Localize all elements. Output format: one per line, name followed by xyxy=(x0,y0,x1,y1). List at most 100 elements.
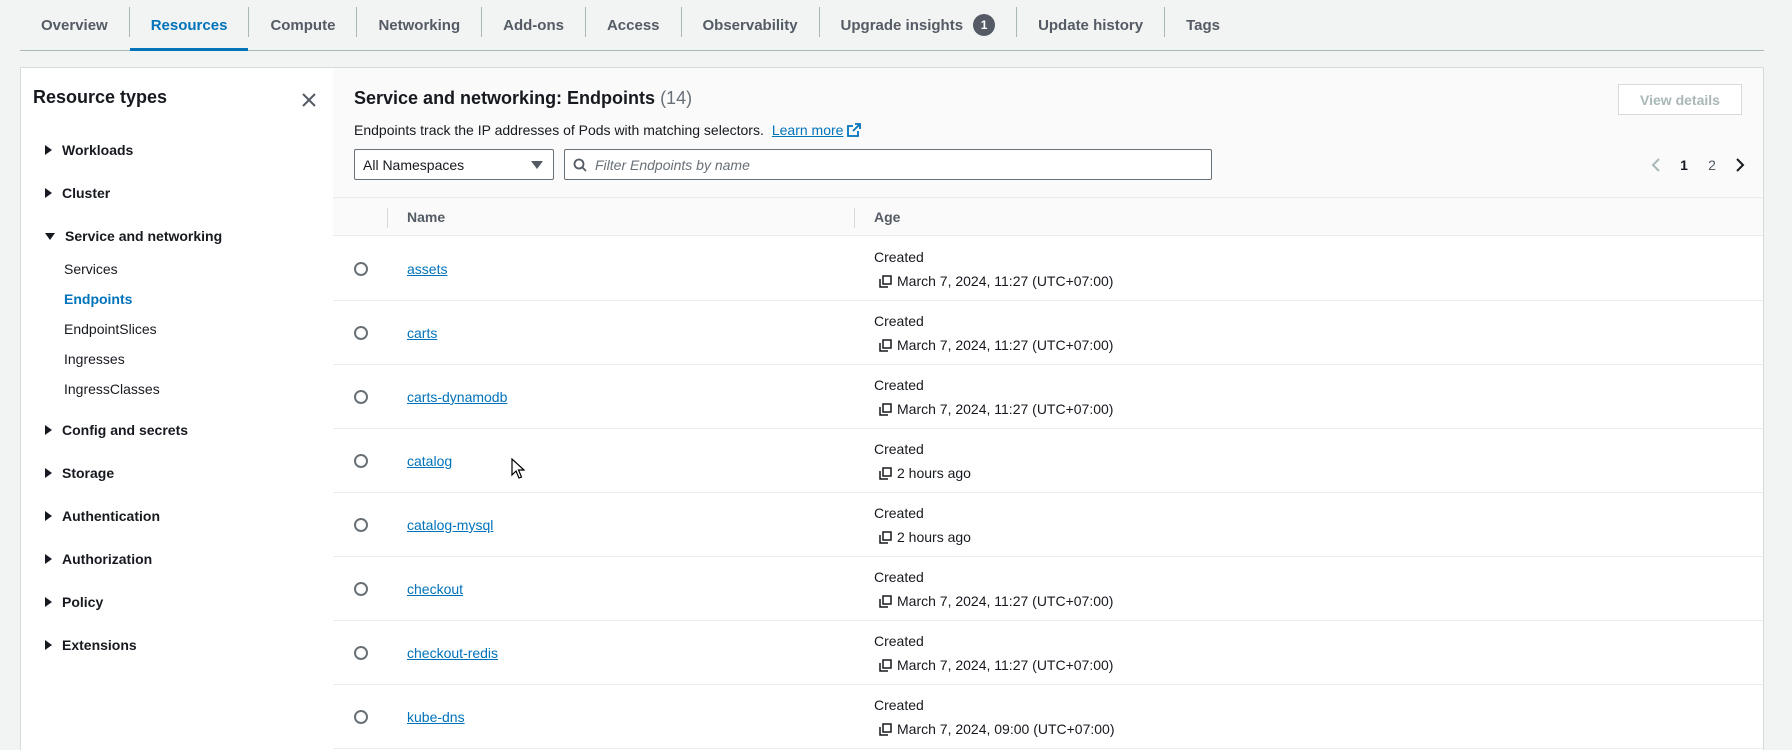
copy-icon[interactable] xyxy=(879,466,892,480)
tab-access[interactable]: Access xyxy=(586,0,681,50)
copy-icon[interactable] xyxy=(879,722,892,736)
endpoints-container: Service and networking: Endpoints (14) E… xyxy=(333,67,1764,750)
age-value: March 7, 2024, 11:27 (UTC+07:00) xyxy=(879,337,1113,353)
sidebar-group-authentication[interactable]: Authentication xyxy=(45,508,160,524)
age-value: March 7, 2024, 11:27 (UTC+07:00) xyxy=(879,593,1113,609)
close-icon[interactable] xyxy=(299,90,319,110)
table-row[interactable]: checkout-redis Created March 7, 2024, 11… xyxy=(333,621,1763,685)
sidebar-item-ingresses[interactable]: Ingresses xyxy=(64,351,125,367)
age-label: Created xyxy=(874,313,924,329)
page-2-button[interactable]: 2 xyxy=(1698,157,1726,173)
sidebar-item-services[interactable]: Services xyxy=(64,261,118,277)
row-radio[interactable] xyxy=(354,326,368,340)
tab-upgrade-insights[interactable]: Upgrade insights 1 xyxy=(820,0,1017,50)
group-label: Config and secrets xyxy=(62,422,189,438)
tab-tags[interactable]: Tags xyxy=(1165,0,1241,50)
row-radio[interactable] xyxy=(354,518,368,532)
row-radio[interactable] xyxy=(354,262,368,276)
tab-label: Upgrade insights xyxy=(840,16,964,34)
tab-update-history[interactable]: Update history xyxy=(1017,0,1164,50)
table-row[interactable]: carts Created March 7, 2024, 11:27 (UTC+… xyxy=(333,301,1763,365)
age-text: March 7, 2024, 11:27 (UTC+07:00) xyxy=(897,401,1114,417)
age-text: March 7, 2024, 11:27 (UTC+07:00) xyxy=(897,273,1114,289)
table-header: Name Age xyxy=(333,197,1763,236)
title-text: Service and networking: Endpoints xyxy=(354,88,656,108)
tab-label: Resources xyxy=(150,16,228,34)
endpoint-name-link[interactable]: checkout xyxy=(407,581,463,597)
previous-page-button[interactable] xyxy=(1642,156,1670,174)
copy-icon[interactable] xyxy=(879,530,892,544)
age-text: 2 hours ago xyxy=(897,529,971,545)
row-radio[interactable] xyxy=(354,390,368,404)
caret-right-icon xyxy=(45,145,52,155)
chevron-left-icon xyxy=(1651,158,1660,172)
age-value: March 7, 2024, 09:00 (UTC+07:00) xyxy=(879,721,1115,737)
endpoint-name-link[interactable]: catalog-mysql xyxy=(407,517,493,533)
next-page-button[interactable] xyxy=(1726,156,1754,174)
item-count: (14) xyxy=(660,88,693,108)
sidebar-group-extensions[interactable]: Extensions xyxy=(45,637,137,653)
row-radio[interactable] xyxy=(354,582,368,596)
filter-input[interactable] xyxy=(595,156,1195,173)
endpoint-name-link[interactable]: checkout-redis xyxy=(407,645,498,661)
table-row[interactable]: catalog Created 2 hours ago xyxy=(333,429,1763,493)
row-radio[interactable] xyxy=(354,454,368,468)
sidebar-group-storage[interactable]: Storage xyxy=(45,465,114,481)
column-divider xyxy=(854,208,855,228)
row-radio[interactable] xyxy=(354,710,368,724)
sidebar-group-config-and-secrets[interactable]: Config and secrets xyxy=(45,422,188,438)
tab-resources[interactable]: Resources xyxy=(129,0,249,51)
sidebar-item-ingressclasses[interactable]: IngressClasses xyxy=(64,381,160,397)
copy-icon[interactable] xyxy=(879,594,892,608)
table-row[interactable]: carts-dynamodb Created March 7, 2024, 11… xyxy=(333,365,1763,429)
age-value: 2 hours ago xyxy=(879,529,971,545)
table-row[interactable]: checkout Created March 7, 2024, 11:27 (U… xyxy=(333,557,1763,621)
view-details-button[interactable]: View details xyxy=(1618,84,1742,115)
group-label: Authorization xyxy=(62,551,153,567)
group-label: Extensions xyxy=(62,637,137,653)
copy-icon[interactable] xyxy=(879,274,892,288)
column-header-name[interactable]: Name xyxy=(407,209,445,225)
column-header-age[interactable]: Age xyxy=(874,209,900,225)
sidebar-item-endpoints[interactable]: Endpoints xyxy=(64,291,132,307)
copy-icon[interactable] xyxy=(879,658,892,672)
tab-observability[interactable]: Observability xyxy=(682,0,819,50)
sidebar-group-cluster[interactable]: Cluster xyxy=(45,185,110,201)
resource-tabs: Overview Resources Compute Networking Ad… xyxy=(20,0,1764,51)
sidebar-item-endpointslices[interactable]: EndpointSlices xyxy=(64,321,157,337)
tab-compute[interactable]: Compute xyxy=(249,0,356,50)
endpoint-name-link[interactable]: catalog xyxy=(407,453,452,469)
row-radio[interactable] xyxy=(354,646,368,660)
table-row[interactable]: assets Created March 7, 2024, 11:27 (UTC… xyxy=(333,237,1763,301)
tab-networking[interactable]: Networking xyxy=(357,0,481,50)
learn-more-link[interactable]: Learn more xyxy=(772,122,862,138)
namespace-select[interactable]: All Namespaces xyxy=(354,149,554,180)
sidebar-group-policy[interactable]: Policy xyxy=(45,594,103,610)
copy-icon[interactable] xyxy=(879,338,892,352)
endpoint-name-link[interactable]: assets xyxy=(407,261,447,277)
table-row[interactable]: kube-dns Created March 7, 2024, 09:00 (U… xyxy=(333,685,1763,749)
caret-right-icon xyxy=(45,597,52,607)
age-label: Created xyxy=(874,697,924,713)
tab-label: Access xyxy=(606,16,660,34)
age-label: Created xyxy=(874,441,924,457)
tab-overview[interactable]: Overview xyxy=(20,0,129,50)
endpoint-name-link[interactable]: carts-dynamodb xyxy=(407,389,507,405)
sidebar-group-workloads[interactable]: Workloads xyxy=(45,142,133,158)
caret-down-icon xyxy=(531,161,543,169)
sidebar-group-authorization[interactable]: Authorization xyxy=(45,551,152,567)
filter-field[interactable] xyxy=(564,149,1212,180)
sidebar-group-service-and-networking[interactable]: Service and networking xyxy=(45,228,222,244)
age-text: March 7, 2024, 11:27 (UTC+07:00) xyxy=(897,337,1114,353)
age-label: Created xyxy=(874,569,924,585)
endpoint-name-link[interactable]: carts xyxy=(407,325,437,341)
age-label: Created xyxy=(874,249,924,265)
table-row[interactable]: catalog-mysql Created 2 hours ago xyxy=(333,493,1763,557)
group-label: Policy xyxy=(62,594,104,610)
copy-icon[interactable] xyxy=(879,402,892,416)
age-text: 2 hours ago xyxy=(897,465,971,481)
tab-add-ons[interactable]: Add-ons xyxy=(482,0,585,50)
namespace-select-value: All Namespaces xyxy=(363,156,465,173)
endpoint-name-link[interactable]: kube-dns xyxy=(407,709,465,725)
page-1-button[interactable]: 1 xyxy=(1670,157,1698,173)
